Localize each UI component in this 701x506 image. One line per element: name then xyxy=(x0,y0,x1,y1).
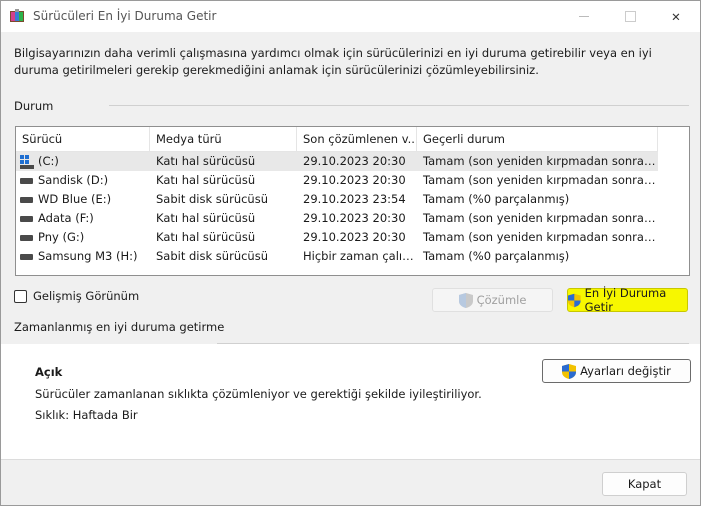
drive-last-analyzed: 29.10.2023 20:30 xyxy=(303,230,406,244)
title-bar[interactable]: Sürücüleri En İyi Duruma Getir ✕ xyxy=(1,1,700,32)
drive-icon xyxy=(20,234,33,241)
drives-list[interactable]: Sürücü Medya türü Son çözümlenen v... Ge… xyxy=(15,126,690,276)
drive-last-analyzed: 29.10.2023 23:54 xyxy=(303,192,406,206)
drive-media-type: Sabit disk sürücüsü xyxy=(156,192,268,206)
drive-status: Tamam (%0 parçalanmış) xyxy=(423,249,570,263)
drive-last-analyzed: Hiçbir zaman çalış... xyxy=(303,249,417,263)
windows-drive-icon xyxy=(20,154,34,169)
drive-row[interactable]: Sandisk (D:) Katı hal sürücüsü 29.10.202… xyxy=(16,171,658,190)
column-header-current-status[interactable]: Geçerli durum xyxy=(417,127,658,152)
drive-status: Tamam (son yeniden kırpmadan sonra 2 ... xyxy=(423,211,658,225)
drive-row[interactable]: Samsung M3 (H:) Sabit disk sürücüsü Hiçb… xyxy=(16,247,658,266)
drive-name: Sandisk (D:) xyxy=(38,173,109,187)
schedule-frequency: Sıklık: Haftada Bir xyxy=(35,408,138,422)
drive-status: Tamam (son yeniden kırpmadan sonra 2 ... xyxy=(423,173,658,187)
close-button[interactable]: Kapat xyxy=(602,472,687,496)
drive-media-type: Katı hal sürücüsü xyxy=(156,230,256,244)
column-header-last-analyzed[interactable]: Son çözümlenen v... xyxy=(297,127,417,152)
optimize-button-label: En İyi Duruma Getir xyxy=(584,286,667,314)
analyze-button-label: Çözümle xyxy=(476,293,527,307)
drive-media-type: Katı hal sürücüsü xyxy=(156,173,256,187)
drive-icon xyxy=(20,253,33,260)
drive-status: Tamam (son yeniden kırpmadan sonra 2 ... xyxy=(423,230,658,244)
schedule-state: Açık xyxy=(35,365,63,379)
drives-list-header: Sürücü Medya türü Son çözümlenen v... Ge… xyxy=(16,127,658,152)
drive-media-type: Katı hal sürücüsü xyxy=(156,211,256,225)
drive-row[interactable]: Pny (G:) Katı hal sürücüsü 29.10.2023 20… xyxy=(16,228,658,247)
optimize-drives-window: Sürücüleri En İyi Duruma Getir ✕ Bilgisa… xyxy=(0,0,701,506)
change-settings-button[interactable]: Ayarları değiştir xyxy=(542,359,691,383)
footer-divider xyxy=(1,459,700,460)
drive-name: Adata (F:) xyxy=(38,211,94,225)
close-window-button[interactable]: ✕ xyxy=(653,1,699,32)
close-button-label: Kapat xyxy=(627,477,662,491)
uac-shield-icon xyxy=(562,363,577,379)
advanced-view-checkbox[interactable] xyxy=(14,290,27,303)
status-section-label: Durum xyxy=(14,99,54,113)
drive-row[interactable]: (C:) Katı hal sürücüsü 29.10.2023 20:30 … xyxy=(16,152,658,171)
drive-name: Pny (G:) xyxy=(38,230,85,244)
drive-name: (C:) xyxy=(38,154,59,168)
optimize-button[interactable]: En İyi Duruma Getir xyxy=(567,286,688,314)
drive-icon xyxy=(20,177,33,184)
schedule-section-label: Zamanlanmış en iyi duruma getirme xyxy=(14,320,225,334)
column-header-media-type[interactable]: Medya türü xyxy=(150,127,297,152)
drive-name: Samsung M3 (H:) xyxy=(38,249,138,263)
schedule-description: Sürücüler zamanlanan sıklıkta çözümleniy… xyxy=(35,387,482,401)
analyze-button[interactable]: Çözümle xyxy=(432,288,553,312)
window-title: Sürücüleri En İyi Duruma Getir xyxy=(33,9,217,23)
maximize-button[interactable] xyxy=(607,1,653,32)
drive-row[interactable]: Adata (F:) Katı hal sürücüsü 29.10.2023 … xyxy=(16,209,658,228)
uac-shield-icon xyxy=(458,292,473,308)
drive-status: Tamam (%0 parçalanmış) xyxy=(423,192,570,206)
drive-last-analyzed: 29.10.2023 20:30 xyxy=(303,211,406,225)
drive-row[interactable]: WD Blue (E:) Sabit disk sürücüsü 29.10.2… xyxy=(16,190,658,209)
drive-icon xyxy=(20,215,33,222)
change-settings-label: Ayarları değiştir xyxy=(580,364,671,378)
drive-media-type: Katı hal sürücüsü xyxy=(156,154,256,168)
drive-name: WD Blue (E:) xyxy=(38,192,112,206)
column-header-drive[interactable]: Sürücü xyxy=(16,127,150,152)
app-icon xyxy=(10,9,24,22)
advanced-view-label[interactable]: Gelişmiş Görünüm xyxy=(33,289,139,303)
minimize-button[interactable] xyxy=(561,1,607,32)
drive-status: Tamam (son yeniden kırpmadan sonra 2 ... xyxy=(423,154,658,168)
drive-icon xyxy=(20,196,33,203)
drive-media-type: Sabit disk sürücüsü xyxy=(156,249,268,263)
schedule-divider xyxy=(217,343,689,344)
uac-shield-icon xyxy=(568,293,581,307)
intro-text: Bilgisayarınızın daha verimli çalışmasın… xyxy=(14,46,652,77)
drive-last-analyzed: 29.10.2023 20:30 xyxy=(303,154,406,168)
drive-last-analyzed: 29.10.2023 20:30 xyxy=(303,173,406,187)
status-divider xyxy=(109,105,689,106)
